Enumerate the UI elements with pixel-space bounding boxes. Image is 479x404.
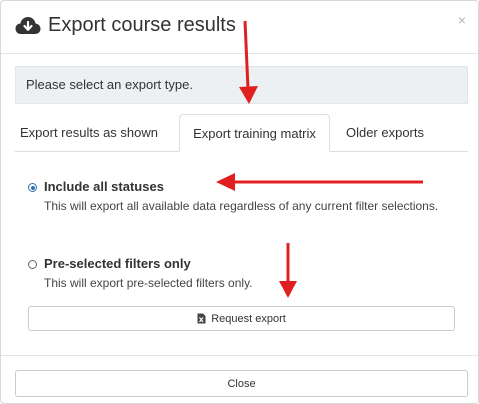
modal-title: Export course results (15, 14, 236, 37)
export-modal: Export course results × Please select an… (0, 0, 479, 404)
option-include-all-statuses[interactable]: Include all statuses This will export al… (28, 179, 444, 214)
tab-export-training-matrix[interactable]: Export training matrix (179, 114, 330, 152)
option-pre-selected-filters-only[interactable]: Pre-selected filters only This will expo… (28, 256, 444, 291)
modal-header: Export course results × (1, 1, 478, 54)
option-label[interactable]: Pre-selected filters only (44, 256, 444, 271)
footer-divider (1, 355, 478, 356)
request-export-label: Request export (211, 312, 286, 325)
tab-older-exports[interactable]: Older exports (335, 114, 435, 150)
export-type-tabs: Export results as shown Export training … (15, 114, 468, 152)
include-all-statuses-radio[interactable] (28, 183, 37, 192)
option-label[interactable]: Include all statuses (44, 179, 444, 194)
modal-title-text: Export course results (48, 14, 236, 36)
cloud-download-icon (15, 16, 41, 34)
pre-selected-filters-radio[interactable] (28, 260, 37, 269)
option-description: This will export all available data rega… (44, 199, 439, 213)
tab-export-results-as-shown[interactable]: Export results as shown (15, 114, 163, 150)
close-button[interactable]: Close (15, 370, 468, 397)
option-description: This will export pre-selected filters on… (44, 276, 253, 290)
close-icon[interactable]: × (458, 12, 466, 28)
request-export-button[interactable]: Request export (28, 306, 455, 331)
info-alert: Please select an export type. (15, 66, 468, 104)
file-excel-icon (197, 313, 206, 324)
